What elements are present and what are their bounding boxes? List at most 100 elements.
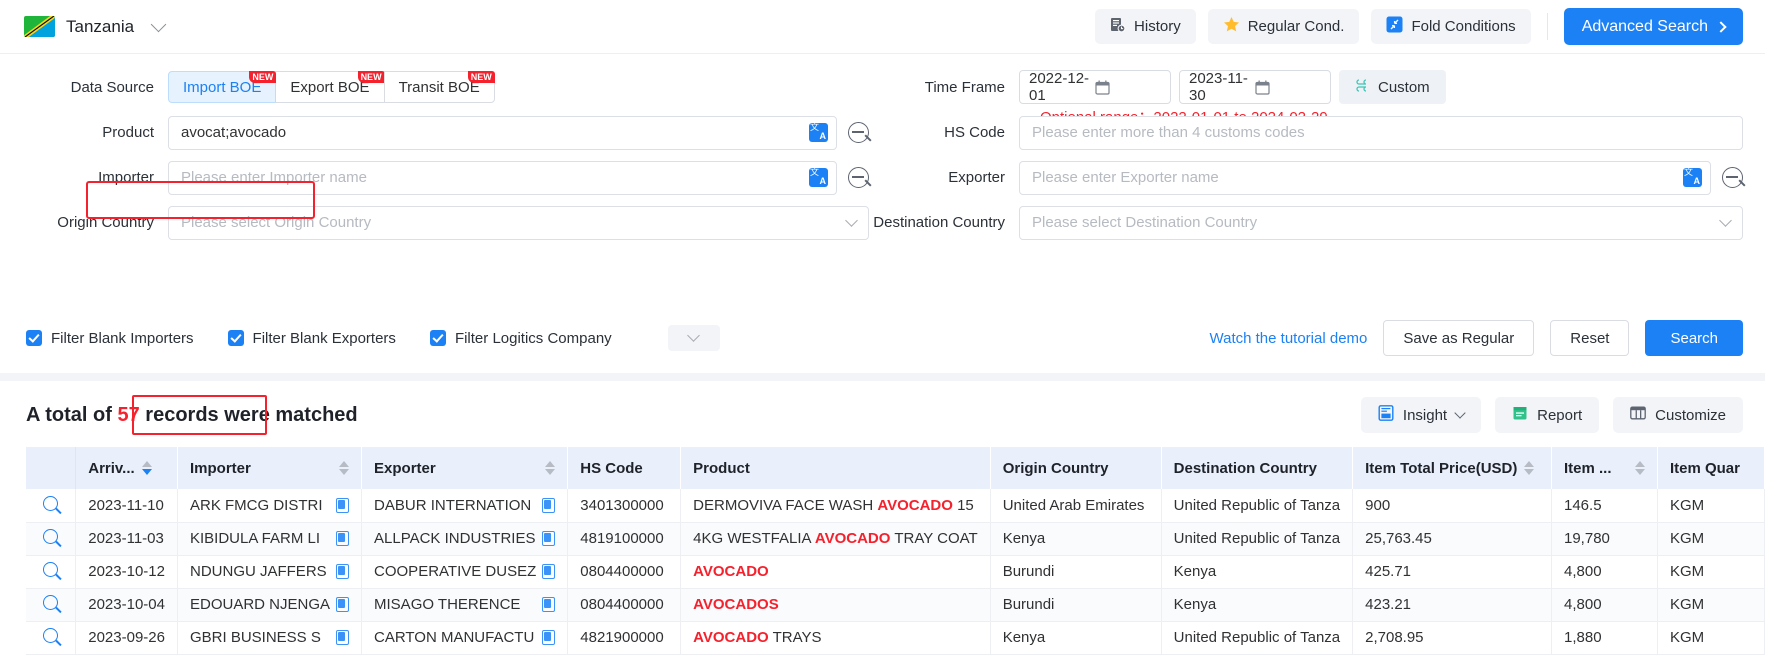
cell-arrival-date: 2023-09-26 [76, 621, 178, 654]
results-suffix: were matched [224, 404, 357, 426]
checkbox-filter-blank-exporters[interactable]: Filter Blank Exporters [228, 330, 396, 347]
col-hs-code: HS Code [568, 447, 681, 489]
sort-icon[interactable] [1524, 461, 1534, 475]
copy-icon[interactable] [336, 498, 349, 513]
zoom-out-icon[interactable] [1722, 167, 1743, 188]
row-detail-cell[interactable] [26, 555, 76, 588]
insight-button[interactable]: Insight [1361, 397, 1481, 433]
history-button[interactable]: History [1095, 9, 1196, 44]
chevron-down-icon[interactable] [151, 16, 167, 32]
table-row[interactable]: 2023-10-04 EDOUARD NJENGA MISAGO THERENC… [26, 588, 1765, 621]
copy-icon[interactable] [542, 498, 555, 513]
time-frame-group: Time Frame 2022-12-01 2023-11-30 [869, 64, 1743, 110]
save-as-regular-label: Save as Regular [1403, 330, 1514, 347]
translate-icon[interactable] [1683, 168, 1702, 187]
sort-icon[interactable] [339, 461, 349, 475]
search-detail-icon[interactable] [43, 496, 58, 511]
checkbox-filter-logistics-company[interactable]: Filter Logitics Company [430, 330, 612, 347]
report-button[interactable]: Report [1495, 397, 1599, 433]
copy-icon[interactable] [336, 531, 349, 546]
product-highlight: AVOCADO [815, 530, 891, 547]
search-detail-icon[interactable] [43, 628, 58, 643]
sort-icon[interactable] [1635, 461, 1645, 475]
cell-product: AVOCADOS [681, 588, 991, 621]
fold-conditions-label: Fold Conditions [1411, 18, 1515, 35]
table-row[interactable]: 2023-11-03 KIBIDULA FARM LI ALLPACK INDU… [26, 522, 1765, 555]
importer-group: Importer Please enter Importer name [24, 155, 869, 200]
destination-country-select[interactable]: Please select Destination Country [1019, 206, 1743, 240]
table-row[interactable]: 2023-11-10 ARK FMCG DISTRI DABUR INTERNA… [26, 489, 1765, 522]
search-detail-icon[interactable] [43, 562, 58, 577]
chevron-down-icon [1719, 214, 1732, 227]
expand-more-filters-button[interactable] [668, 325, 720, 351]
tab-export-boe[interactable]: Export BOE NEW [275, 71, 384, 103]
copy-icon[interactable] [542, 630, 555, 645]
table-row[interactable]: 2023-10-12 NDUNGU JAFFERS COOPERATIVE DU… [26, 555, 1765, 588]
product-group: Product avocat;avocado [24, 110, 869, 155]
copy-icon[interactable] [336, 630, 349, 645]
reset-button[interactable]: Reset [1550, 320, 1629, 356]
copy-icon[interactable] [542, 597, 555, 612]
zoom-out-icon[interactable] [848, 122, 869, 143]
cell-hs-code: 3401300000 [568, 489, 681, 522]
tanzania-flag-icon [24, 16, 55, 37]
sort-icon[interactable] [142, 461, 152, 475]
form-actions: Watch the tutorial demo Save as Regular … [1210, 320, 1743, 356]
copy-icon[interactable] [542, 531, 555, 546]
zoom-out-icon[interactable] [848, 167, 869, 188]
cell-product: AVOCADO [681, 555, 991, 588]
col-importer[interactable]: Importer [177, 447, 361, 489]
origin-country-placeholder: Please select Origin Country [181, 214, 847, 231]
row-detail-cell[interactable] [26, 621, 76, 654]
calendar-icon [1095, 80, 1161, 95]
customize-button[interactable]: Customize [1613, 397, 1743, 433]
cell-origin-country: Burundi [990, 555, 1161, 588]
origin-country-select[interactable]: Please select Origin Country [168, 206, 869, 240]
date-from-input[interactable]: 2022-12-01 [1019, 70, 1171, 104]
product-input[interactable]: avocat;avocado [168, 116, 837, 150]
save-as-regular-button[interactable]: Save as Regular [1383, 320, 1534, 356]
translate-icon[interactable] [809, 123, 828, 142]
cell-origin-country: Burundi [990, 588, 1161, 621]
regular-cond-button[interactable]: Regular Cond. [1208, 9, 1360, 44]
importer-input[interactable]: Please enter Importer name [168, 161, 837, 195]
table-row[interactable]: 2023-09-26 GBRI BUSINESS S CARTON MANUFA… [26, 621, 1765, 654]
col-item-price[interactable]: Item ... [1552, 447, 1658, 489]
col-item-quantity-label: Item Quar [1670, 460, 1740, 477]
date-to-input[interactable]: 2023-11-30 [1179, 70, 1331, 104]
results-prefix: A total of [26, 404, 112, 426]
sort-icon[interactable] [545, 461, 555, 475]
copy-icon[interactable] [336, 564, 349, 579]
col-item-total-price[interactable]: Item Total Price(USD) [1353, 447, 1552, 489]
cell-item-quantity: KGM [1657, 555, 1764, 588]
translate-icon[interactable] [809, 168, 828, 187]
advanced-search-button[interactable]: Advanced Search [1564, 8, 1743, 45]
cell-importer: ARK FMCG DISTRI [177, 489, 361, 522]
search-detail-icon[interactable] [43, 595, 58, 610]
search-detail-icon[interactable] [43, 529, 58, 544]
customize-label: Customize [1655, 407, 1726, 424]
cell-item-price: 4,800 [1552, 555, 1658, 588]
custom-range-button[interactable]: Custom [1339, 70, 1446, 104]
copy-icon[interactable] [336, 597, 349, 612]
fold-conditions-button[interactable]: Fold Conditions [1371, 9, 1530, 44]
col-exporter[interactable]: Exporter [362, 447, 568, 489]
tutorial-demo-link[interactable]: Watch the tutorial demo [1210, 330, 1368, 347]
country-selector[interactable]: Tanzania [24, 16, 164, 37]
copy-icon[interactable] [542, 564, 555, 579]
origin-country-group: Origin Country Please select Origin Coun… [24, 200, 869, 245]
tab-transit-boe[interactable]: Transit BOE NEW [384, 71, 495, 103]
section-divider [0, 373, 1765, 381]
row-detail-cell[interactable] [26, 489, 76, 522]
row-detail-cell[interactable] [26, 588, 76, 621]
exporter-input[interactable]: Please enter Exporter name [1019, 161, 1711, 195]
checkbox-filter-blank-importers[interactable]: Filter Blank Importers [26, 330, 194, 347]
search-button[interactable]: Search [1645, 320, 1743, 356]
row-detail-cell[interactable] [26, 522, 76, 555]
tab-import-boe[interactable]: Import BOE NEW [168, 71, 276, 103]
importer-label: Importer [24, 169, 168, 186]
hs-code-input[interactable]: Please enter more than 4 customs codes [1019, 116, 1743, 150]
tab-transit-boe-label: Transit BOE [399, 79, 480, 96]
col-arrival-date[interactable]: Arriv... [76, 447, 178, 489]
cell-item-price: 4,800 [1552, 588, 1658, 621]
